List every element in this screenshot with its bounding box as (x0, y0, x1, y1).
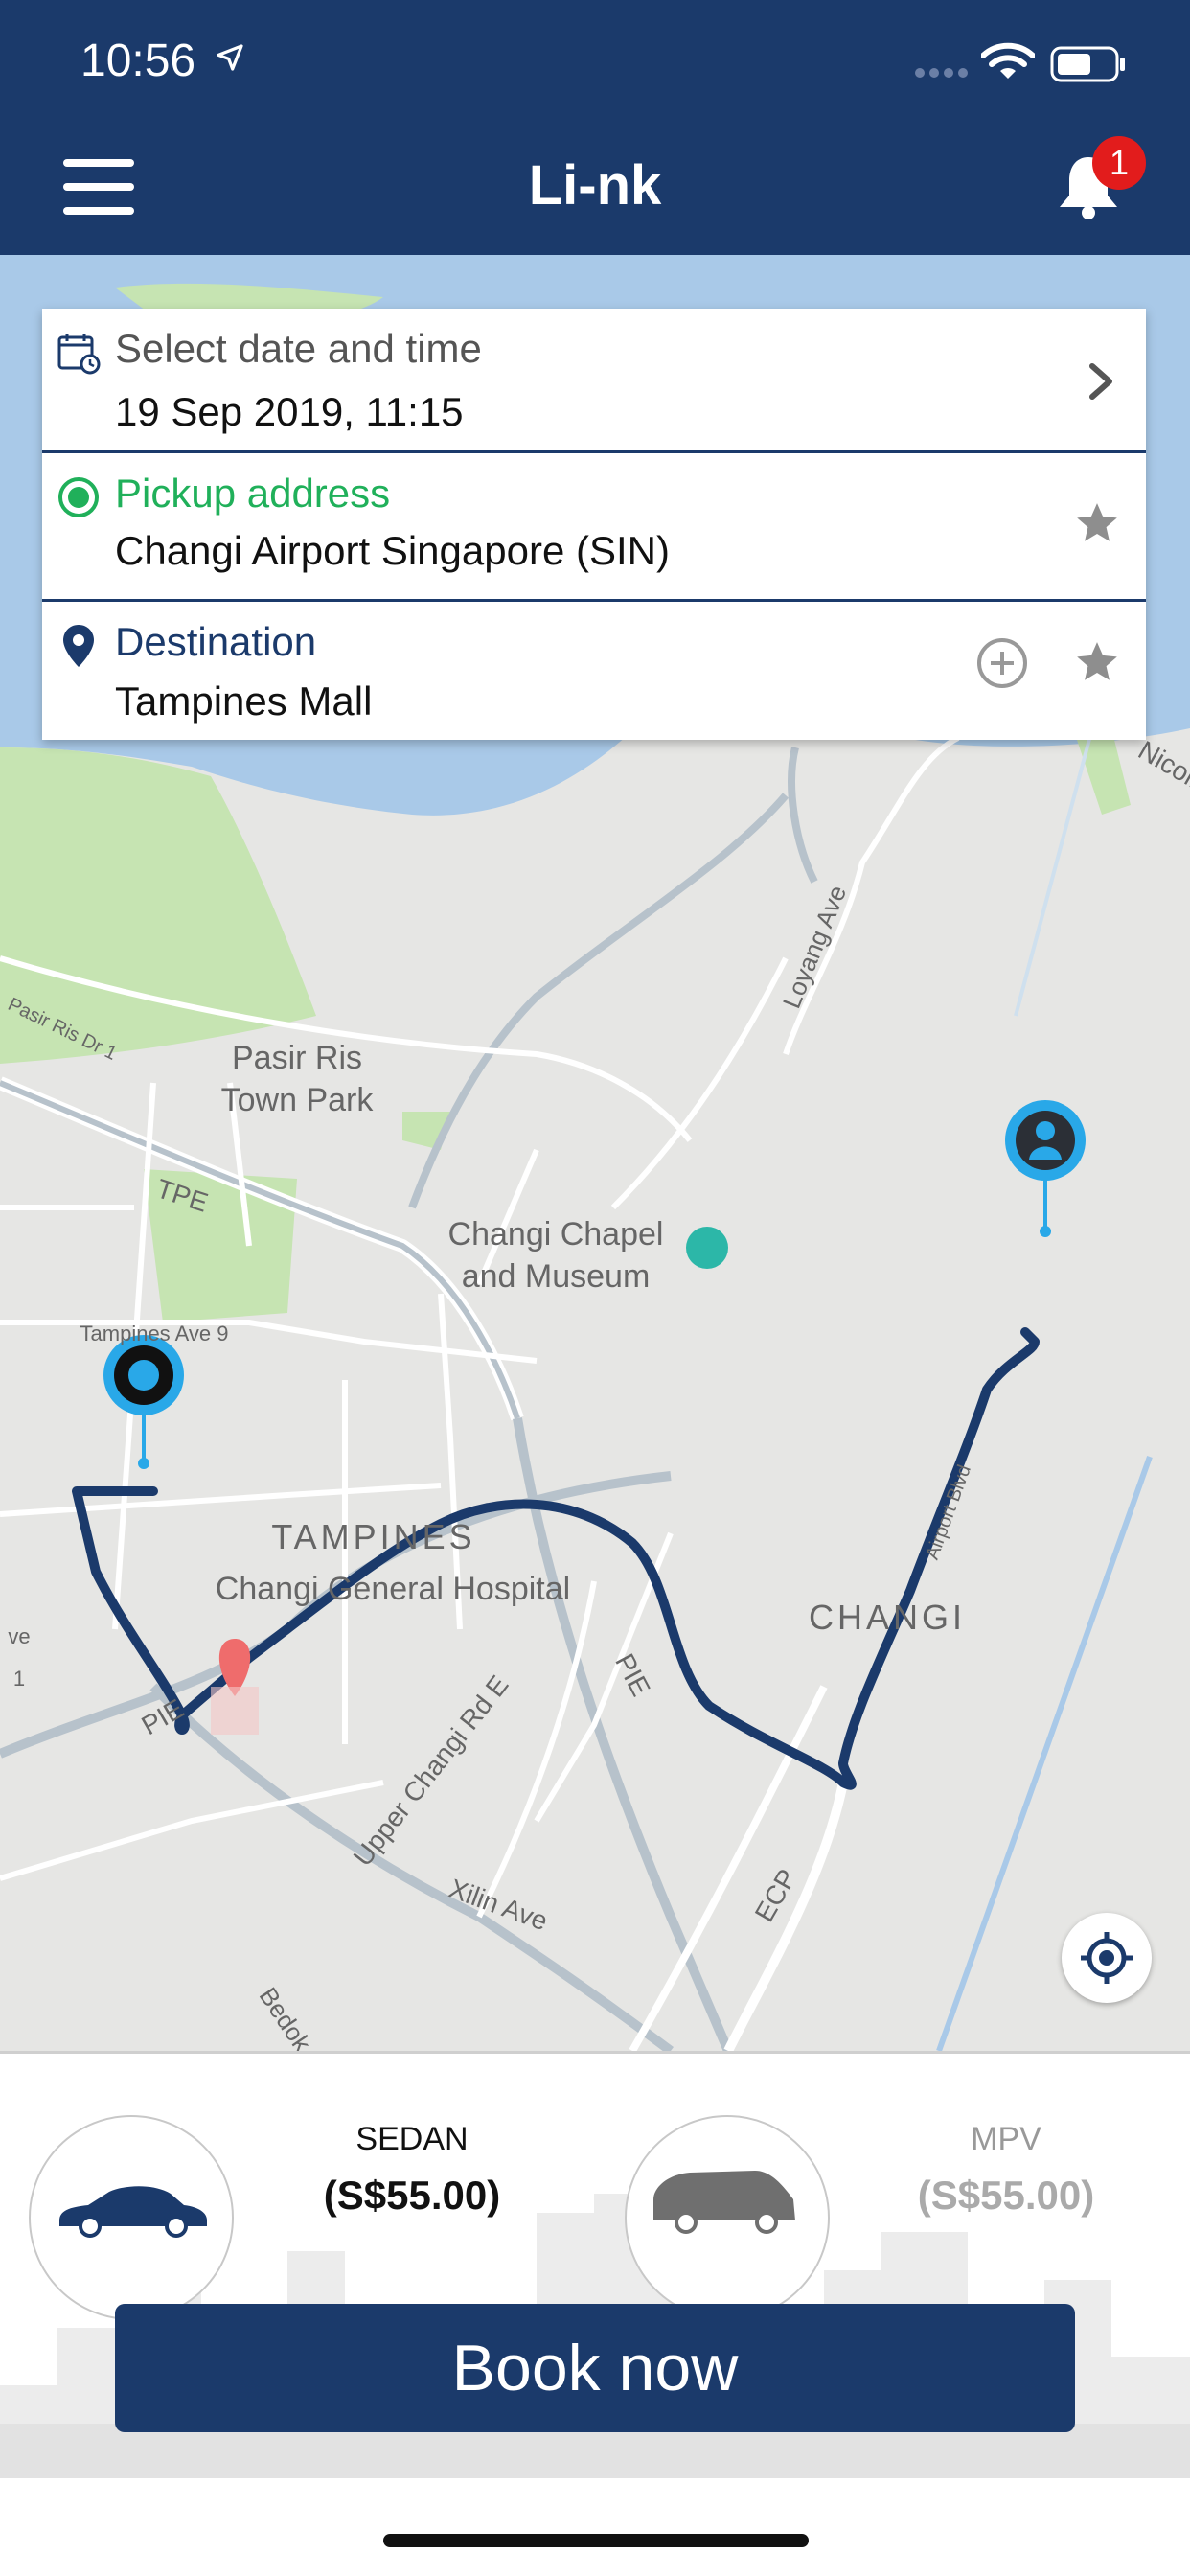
bottom-safe-area (0, 2478, 1190, 2576)
mpv-van-icon (653, 2171, 795, 2234)
date-time-label: Select date and time (115, 326, 482, 371)
pickup-dot-icon (58, 477, 99, 518)
date-time-selector[interactable]: Select date and time 19 Sep 2019, 11:15 (42, 309, 1146, 453)
add-stop-icon[interactable] (975, 636, 1029, 690)
date-time-value: 19 Sep 2019, 11:15 (115, 389, 464, 434)
my-location-button[interactable] (1062, 1913, 1152, 2003)
map-label-tampines: TAMPINES (271, 1517, 476, 1556)
wifi-icon (981, 42, 1035, 79)
map-label-changi-general-hospital: Changi General Hospital (215, 1571, 571, 1607)
map-label-ave1: ve 1 (8, 1624, 31, 1690)
mpv-image-frame (625, 2115, 830, 2320)
location-arrow-icon (217, 44, 243, 71)
driver-pin (1005, 1100, 1086, 1237)
sedan-car-icon (59, 2186, 207, 2238)
page-title: Li-nk (528, 154, 662, 217)
pickup-label: Pickup address (115, 471, 391, 516)
sedan-name: SEDAN (355, 2121, 469, 2157)
map-label-changi-chapel: Changi Chapel and Museum (447, 1216, 664, 1295)
battery-icon (1050, 46, 1125, 82)
pickup-value: Changi Airport Singapore (SIN) (115, 528, 670, 573)
booking-card: Select date and time 19 Sep 2019, 11:15 … (42, 309, 1146, 740)
notification-badge: 1 (1092, 136, 1146, 190)
chevron-right-icon (1089, 363, 1112, 400)
favorite-star-icon[interactable] (1073, 499, 1121, 547)
signal-icon (915, 68, 968, 78)
destination-field[interactable]: Destination Tampines Mall (42, 602, 1146, 740)
mpv-name: MPV (971, 2121, 1041, 2157)
pickup-address-field[interactable]: Pickup address Changi Airport Singapore … (42, 453, 1146, 602)
sedan-image-frame (29, 2115, 234, 2320)
map-pin-icon (63, 625, 94, 667)
map-label-pasir-ris-park: Pasir Ris Town Park (220, 1040, 374, 1118)
status-time: 10:56 (80, 35, 196, 86)
mpv-price: (S$55.00) (917, 2173, 1095, 2218)
map-label-changi: CHANGI (808, 1598, 966, 1637)
sedan-price: (S$55.00) (323, 2173, 501, 2218)
home-indicator (383, 2534, 809, 2547)
book-now-button[interactable]: Book now (115, 2304, 1075, 2432)
map-label-tampines-ave9: Tampines Ave 9 (80, 1322, 229, 1346)
crosshair-icon (1081, 1932, 1133, 1984)
pickup-pin (103, 1335, 184, 1469)
destination-value: Tampines Mall (115, 678, 373, 724)
destination-label: Destination (115, 619, 317, 664)
app-header: 10:56 Li-nk 1 (0, 0, 1190, 255)
calendar-clock-icon (57, 334, 101, 375)
favorite-star-icon[interactable] (1073, 638, 1121, 686)
